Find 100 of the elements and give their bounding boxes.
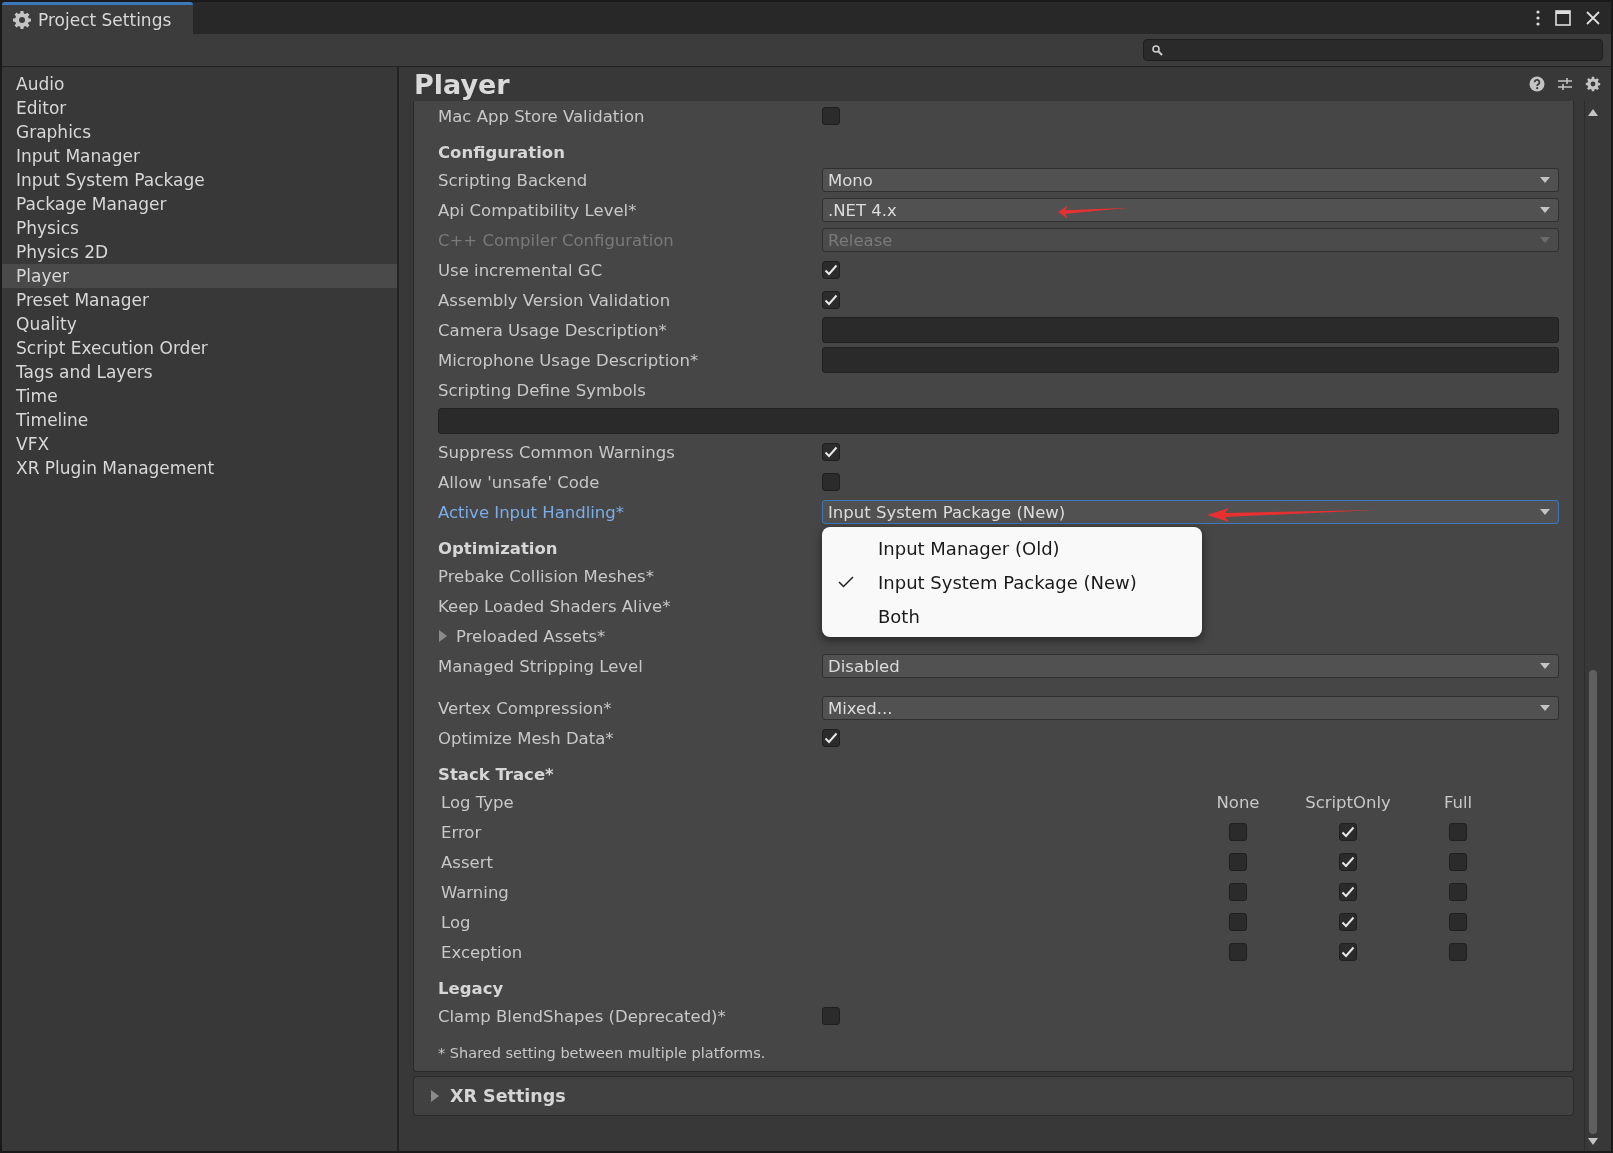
setting-label: Use incremental GC bbox=[438, 260, 604, 280]
setting-label: Assembly Version Validation bbox=[438, 290, 672, 310]
caret-icon bbox=[1540, 705, 1550, 711]
log-type-label: Assert bbox=[440, 852, 493, 872]
caret-icon bbox=[1540, 663, 1550, 669]
sidebar-item[interactable]: Input Manager bbox=[2, 144, 397, 168]
maximize-icon[interactable] bbox=[1555, 10, 1571, 26]
foldout[interactable]: Preloaded Assets* bbox=[438, 626, 606, 646]
section-header: Stack Trace* bbox=[438, 764, 554, 784]
checkbox[interactable] bbox=[822, 1007, 840, 1025]
checkbox[interactable] bbox=[1229, 853, 1247, 871]
checkbox[interactable] bbox=[1229, 943, 1247, 961]
menu-item[interactable]: Both bbox=[822, 599, 1202, 633]
column-header: Full bbox=[1443, 792, 1473, 812]
scroll-down-icon[interactable] bbox=[1588, 1138, 1598, 1145]
dropdown[interactable]: Input System Package (New) bbox=[822, 500, 1559, 524]
setting-label: Suppress Common Warnings bbox=[438, 442, 676, 462]
sidebar-item[interactable]: Script Execution Order bbox=[2, 336, 397, 360]
caret-icon bbox=[1540, 177, 1550, 183]
settings-icon[interactable] bbox=[1585, 76, 1601, 92]
sidebar-item[interactable]: Graphics bbox=[2, 120, 397, 144]
column-header: None bbox=[1216, 792, 1260, 812]
setting-label: Prebake Collision Meshes* bbox=[438, 566, 655, 586]
close-icon[interactable] bbox=[1585, 10, 1601, 26]
sidebar-item[interactable]: Timeline bbox=[2, 408, 397, 432]
checkbox[interactable] bbox=[822, 107, 840, 125]
dropdown[interactable]: Mixed... bbox=[822, 696, 1559, 720]
checkbox[interactable] bbox=[822, 261, 840, 279]
sidebar-item[interactable]: Audio bbox=[2, 72, 397, 96]
setting-label: Scripting Backend bbox=[438, 170, 589, 190]
setting-label: Vertex Compression* bbox=[438, 698, 613, 718]
scroll-up-icon[interactable] bbox=[1588, 109, 1598, 116]
scrollbar[interactable] bbox=[1584, 101, 1601, 1151]
checkbox[interactable] bbox=[1229, 823, 1247, 841]
sidebar-item[interactable]: Input System Package bbox=[2, 168, 397, 192]
section-header: Legacy bbox=[438, 978, 504, 998]
sidebar-item[interactable]: Package Manager bbox=[2, 192, 397, 216]
sidebar-item[interactable]: VFX bbox=[2, 432, 397, 456]
checkbox[interactable] bbox=[1339, 883, 1357, 901]
setting-label: Microphone Usage Description* bbox=[438, 350, 700, 370]
sidebar-item[interactable]: Player bbox=[2, 264, 397, 288]
setting-label: Camera Usage Description* bbox=[438, 320, 668, 340]
column-header: Log Type bbox=[440, 792, 514, 812]
checkbox[interactable] bbox=[822, 473, 840, 491]
xr-settings-foldout[interactable]: XR Settings bbox=[413, 1076, 1574, 1116]
text-field[interactable] bbox=[822, 317, 1559, 343]
log-type-label: Exception bbox=[440, 942, 523, 962]
tab-title: Project Settings bbox=[38, 9, 172, 30]
text-field[interactable] bbox=[438, 408, 1559, 434]
checkbox[interactable] bbox=[1339, 853, 1357, 871]
sidebar-item[interactable]: Preset Manager bbox=[2, 288, 397, 312]
section-header: Optimization bbox=[438, 538, 558, 558]
checkbox[interactable] bbox=[1339, 823, 1357, 841]
checkbox[interactable] bbox=[1449, 913, 1467, 931]
checkbox[interactable] bbox=[1339, 913, 1357, 931]
help-icon[interactable] bbox=[1529, 76, 1545, 92]
caret-icon bbox=[1540, 237, 1550, 243]
caret-icon bbox=[1540, 207, 1550, 213]
checkbox[interactable] bbox=[1449, 883, 1467, 901]
triangle-icon bbox=[438, 630, 448, 642]
checkbox[interactable] bbox=[1339, 943, 1357, 961]
settings-icon bbox=[12, 9, 32, 30]
sidebar-item[interactable]: Physics bbox=[2, 216, 397, 240]
checkbox[interactable] bbox=[1229, 913, 1247, 931]
sidebar-item[interactable]: XR Plugin Management bbox=[2, 456, 397, 480]
checkbox[interactable] bbox=[822, 729, 840, 747]
checkbox[interactable] bbox=[1449, 943, 1467, 961]
search-field[interactable] bbox=[1143, 39, 1603, 61]
sidebar-item[interactable]: Tags and Layers bbox=[2, 360, 397, 384]
more-options-icon[interactable] bbox=[1535, 9, 1541, 27]
scroll-thumb[interactable] bbox=[1589, 670, 1597, 1134]
checkbox[interactable] bbox=[1229, 883, 1247, 901]
dropdown[interactable]: Mono bbox=[822, 168, 1559, 192]
checkbox[interactable] bbox=[1449, 853, 1467, 871]
setting-label: Keep Loaded Shaders Alive* bbox=[438, 596, 672, 616]
sidebar-item[interactable]: Physics 2D bbox=[2, 240, 397, 264]
sidebar-item[interactable]: Quality bbox=[2, 312, 397, 336]
sidebar-item[interactable]: Editor bbox=[2, 96, 397, 120]
section-header: Configuration bbox=[438, 142, 565, 162]
setting-label: Active Input Handling* bbox=[438, 502, 626, 522]
triangle-icon bbox=[430, 1090, 440, 1102]
sidebar-item[interactable]: Time bbox=[2, 384, 397, 408]
checkbox[interactable] bbox=[1449, 823, 1467, 841]
setting-label: Clamp BlendShapes (Deprecated)* bbox=[438, 1006, 727, 1026]
caret-icon bbox=[1540, 509, 1550, 515]
setting-label: Managed Stripping Level bbox=[438, 656, 644, 676]
footnote: * Shared setting between multiple platforms. bbox=[438, 1045, 766, 1061]
setting-label: Mac App Store Validation bbox=[438, 106, 646, 126]
menu-item[interactable]: Input System Package (New) bbox=[822, 565, 1202, 599]
menu-item[interactable]: Input Manager (Old) bbox=[822, 531, 1202, 565]
search-icon bbox=[1152, 44, 1163, 56]
setting-label: Scripting Define Symbols bbox=[438, 380, 647, 400]
checkbox[interactable] bbox=[822, 443, 840, 461]
dropdown[interactable]: Disabled bbox=[822, 654, 1559, 678]
window-tab[interactable]: Project Settings bbox=[2, 2, 194, 34]
sliders-icon[interactable] bbox=[1557, 76, 1573, 92]
dropdown[interactable]: .NET 4.x bbox=[822, 198, 1559, 222]
checkbox[interactable] bbox=[822, 291, 840, 309]
setting-label: Optimize Mesh Data* bbox=[438, 728, 615, 748]
text-field[interactable] bbox=[822, 347, 1559, 373]
